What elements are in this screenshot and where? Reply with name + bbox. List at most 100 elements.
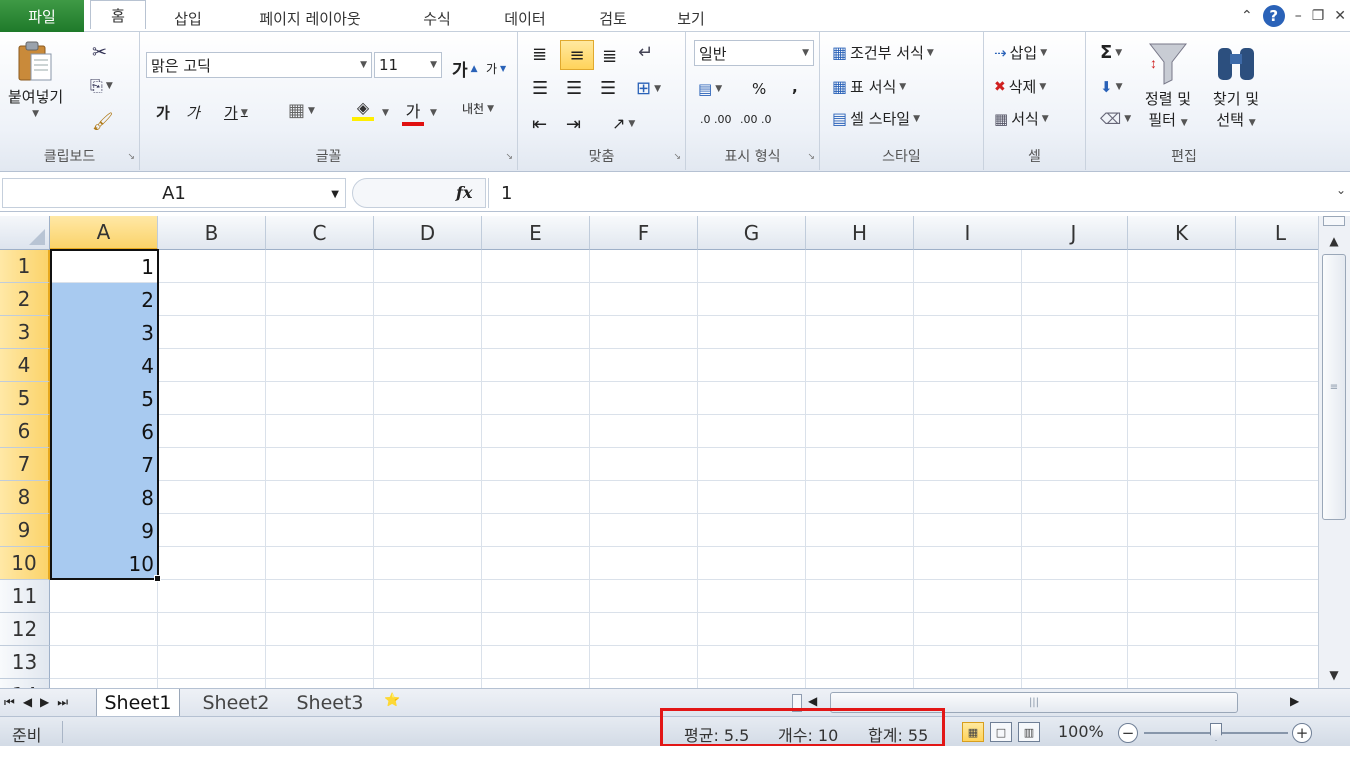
align-center-button[interactable]: ☰ [566, 78, 582, 99]
percent-style-button[interactable]: % [752, 80, 766, 98]
borders-dropdown-icon[interactable]: ▼ [308, 106, 315, 116]
delete-cells-dropdown-icon[interactable]: ▼ [1039, 82, 1046, 92]
tab-data[interactable]: 데이터 [492, 4, 558, 32]
orientation-dropdown-icon[interactable]: ▼ [628, 119, 635, 129]
minimize-ribbon-icon[interactable]: ⌃ [1241, 8, 1253, 24]
expand-formula-bar-icon[interactable]: ⌄ [1336, 183, 1346, 197]
zoom-slider-thumb[interactable] [1210, 723, 1222, 741]
font-dialog-launcher-icon[interactable]: ↘ [505, 152, 513, 162]
worksheet-grid[interactable]: ABCDEFGHIJKL1234567891011121314123456789… [0, 216, 1318, 688]
format-cells-button[interactable]: ▦ 서식 ▼ [994, 108, 1049, 129]
normal-view-button[interactable]: ▦ [962, 722, 984, 742]
cell-a5[interactable]: 5 [51, 382, 157, 415]
scroll-right-icon[interactable]: ▶ [1290, 694, 1299, 708]
first-sheet-icon[interactable]: ⏮ [4, 695, 15, 710]
row-header-10[interactable]: 10 [0, 547, 50, 580]
sheet-tab-sheet3[interactable]: Sheet3 [288, 689, 372, 716]
fill-button[interactable]: ⬇ ▼ [1100, 78, 1123, 96]
format-as-table-button[interactable]: ▦ 표 서식 ▼ [832, 76, 906, 97]
name-box-dropdown-icon[interactable]: ▼ [331, 189, 339, 200]
horizontal-scroll-thumb[interactable]: ||| [830, 692, 1238, 713]
column-header-j[interactable]: J [1020, 216, 1128, 250]
cell-a10[interactable]: 10 [51, 547, 157, 580]
zoom-level[interactable]: 100% [1058, 722, 1104, 741]
paste-dropdown-icon[interactable]: ▼ [32, 109, 39, 119]
column-header-a[interactable]: A [50, 216, 158, 250]
next-sheet-icon[interactable]: ▶ [40, 695, 49, 710]
cell-a3[interactable]: 3 [51, 316, 157, 349]
conditional-formatting-button[interactable]: ▦ 조건부 서식 ▼ [832, 42, 934, 63]
cut-button[interactable]: ✂ [92, 42, 107, 63]
sheet-tab-sheet2[interactable]: Sheet2 [194, 689, 278, 716]
phonetic-button[interactable]: 내천 ▼ [462, 100, 494, 117]
cell-a9[interactable]: 9 [51, 514, 157, 547]
table-format-dropdown-icon[interactable]: ▼ [899, 82, 906, 92]
row-header-3[interactable]: 3 [0, 316, 50, 349]
fill-color-button[interactable]: ◈ [352, 98, 374, 121]
alignment-dialog-launcher-icon[interactable]: ↘ [673, 152, 681, 162]
fill-handle[interactable] [154, 575, 161, 582]
vertical-split-handle[interactable] [1323, 216, 1345, 226]
find-select-button[interactable]: 찾기 및 선택 ▼ [1212, 38, 1260, 130]
tab-page-layout[interactable]: 페이지 레이아웃 [240, 4, 380, 32]
delete-cells-button[interactable]: ✖ 삭제 ▼ [994, 76, 1046, 97]
vertical-scrollbar[interactable]: ▲ ≡ ▼ [1318, 216, 1350, 688]
cell-a6[interactable]: 6 [51, 415, 157, 448]
cell-a7[interactable]: 7 [51, 448, 157, 481]
last-sheet-icon[interactable]: ⏭ [57, 695, 68, 710]
scroll-left-icon[interactable]: ◀ [808, 694, 817, 708]
insert-function-button[interactable]: fx [456, 183, 472, 202]
column-header-i[interactable]: I [914, 216, 1022, 250]
scroll-up-icon[interactable]: ▲ [1323, 232, 1345, 250]
column-header-b[interactable]: B [158, 216, 266, 250]
accounting-dropdown-icon[interactable]: ▼ [715, 84, 722, 94]
column-header-e[interactable]: E [482, 216, 590, 250]
row-header-2[interactable]: 2 [0, 283, 50, 316]
scroll-down-icon[interactable]: ▼ [1323, 666, 1345, 684]
phonetic-dropdown-icon[interactable]: ▼ [487, 104, 494, 114]
align-left-button[interactable]: ☰ [532, 78, 548, 99]
fill-dropdown-icon[interactable]: ▼ [1116, 82, 1123, 92]
row-header-6[interactable]: 6 [0, 415, 50, 448]
sort-filter-button[interactable]: ↕ 정렬 및 필터 ▼ [1144, 38, 1192, 130]
paste-button[interactable]: 붙여넣기 ▼ [8, 40, 63, 119]
row-header-7[interactable]: 7 [0, 448, 50, 481]
font-color-button[interactable]: 가 [402, 98, 424, 126]
align-bottom-button[interactable]: ≣ [602, 46, 617, 67]
formula-input[interactable]: 1 [488, 178, 1320, 208]
row-header-8[interactable]: 8 [0, 481, 50, 514]
align-right-button[interactable]: ☰ [600, 78, 616, 99]
shrink-font-button[interactable]: 가 ▼ [486, 60, 506, 77]
sheet-tab-sheet1[interactable]: Sheet1 [96, 689, 180, 716]
wrap-text-button[interactable]: ↵ [638, 42, 653, 63]
increase-decimal-button[interactable]: .0 .00 [700, 114, 732, 125]
format-painter-button[interactable]: 🖌 [92, 112, 114, 132]
autosum-dropdown-icon[interactable]: ▼ [1115, 48, 1122, 58]
tab-formulas[interactable]: 수식 [410, 4, 464, 32]
tab-insert[interactable]: 삽입 [162, 4, 214, 32]
copy-button[interactable]: ⎘ ▼ [90, 76, 113, 96]
column-header-k[interactable]: K [1128, 216, 1236, 250]
number-format-dropdown-icon[interactable]: ▼ [802, 48, 809, 58]
zoom-in-button[interactable]: + [1292, 723, 1312, 743]
row-header-5[interactable]: 5 [0, 382, 50, 415]
bold-button[interactable]: 가 [156, 102, 170, 123]
column-header-f[interactable]: F [590, 216, 698, 250]
insert-sheet-icon[interactable]: ⭐ [384, 693, 408, 713]
decrease-decimal-button[interactable]: .00 .0 [740, 114, 772, 125]
number-format-combo[interactable]: 일반 ▼ [694, 40, 814, 66]
font-name-dropdown-icon[interactable]: ▼ [360, 60, 367, 70]
merge-dropdown-icon[interactable]: ▼ [654, 84, 661, 94]
number-dialog-launcher-icon[interactable]: ↘ [807, 152, 815, 162]
row-header-4[interactable]: 4 [0, 349, 50, 382]
conditional-dropdown-icon[interactable]: ▼ [927, 48, 934, 58]
borders-button[interactable]: ▦ ▼ [288, 100, 315, 121]
restore-window-icon[interactable]: ❐ [1312, 8, 1325, 24]
clipboard-dialog-launcher-icon[interactable]: ↘ [127, 152, 135, 162]
select-all-button[interactable] [0, 216, 50, 250]
page-layout-view-button[interactable]: □ [990, 722, 1012, 742]
font-size-combo[interactable]: 11 ▼ [374, 52, 442, 78]
row-header-1[interactable]: 1 [0, 250, 50, 283]
cell-a1[interactable]: 1 [51, 250, 157, 283]
row-header-13[interactable]: 13 [0, 646, 50, 679]
